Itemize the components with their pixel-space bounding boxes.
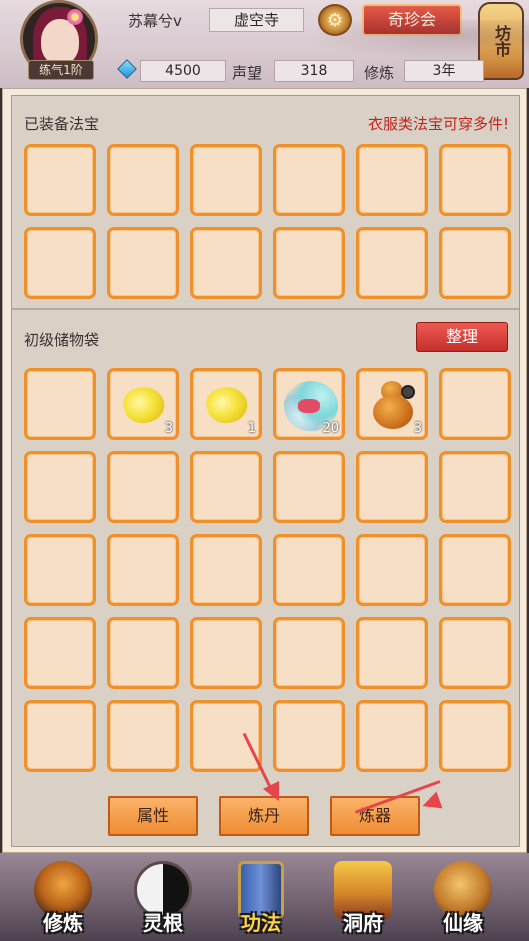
storage-slot[interactable] <box>24 368 96 440</box>
cultivation-value: 3年 <box>404 60 484 82</box>
storage-slot[interactable] <box>439 617 511 689</box>
equipped-slot[interactable] <box>439 144 511 216</box>
storage-slot[interactable]: 20 <box>273 368 345 440</box>
storage-slot[interactable] <box>107 700 179 772</box>
cultivation-label: 修炼 <box>364 64 395 82</box>
nav-immortal-fate[interactable]: 仙缘 <box>420 855 506 941</box>
item-count: 3 <box>413 421 422 436</box>
player-name: 苏幕兮v <box>128 12 182 30</box>
storage-slot[interactable] <box>439 451 511 523</box>
nav-label: 灵根 <box>143 911 183 935</box>
annotation-arrow-head <box>419 791 443 815</box>
storage-slot[interactable] <box>24 700 96 772</box>
sort-button[interactable]: 整理 <box>416 322 508 352</box>
storage-slot[interactable] <box>24 451 96 523</box>
equipped-slot[interactable] <box>107 227 179 299</box>
reputation-value: 318 <box>274 60 354 82</box>
treasure-auction-button[interactable]: 奇珍会 <box>362 4 462 36</box>
equipped-slot[interactable] <box>356 144 428 216</box>
storage-slot[interactable] <box>356 700 428 772</box>
nav-label: 修炼 <box>43 911 83 935</box>
nav-cultivate[interactable]: 修炼 <box>20 855 106 941</box>
gourd-icon <box>373 395 413 429</box>
spirit-stone-icon <box>117 59 137 79</box>
storage-slot[interactable] <box>439 700 511 772</box>
equipped-slot[interactable] <box>24 227 96 299</box>
nav-cave-dwelling[interactable]: 洞府 <box>320 855 406 941</box>
storage-slot[interactable] <box>273 534 345 606</box>
storage-slot[interactable] <box>190 700 262 772</box>
level-badge: 练气1阶 <box>28 60 94 80</box>
equipped-slot[interactable] <box>356 227 428 299</box>
storage-slot[interactable] <box>190 617 262 689</box>
storage-slot[interactable] <box>273 617 345 689</box>
equipped-slot[interactable] <box>24 144 96 216</box>
nav-label: 洞府 <box>343 911 383 935</box>
equipped-slot[interactable] <box>190 227 262 299</box>
equipped-hint: 衣服类法宝可穿多件! <box>367 115 509 133</box>
storage-title: 初级储物袋 <box>24 331 100 349</box>
equipped-slot[interactable] <box>190 144 262 216</box>
section-divider <box>12 308 519 310</box>
sect-name: 虚空寺 <box>209 8 304 32</box>
storage-slot[interactable] <box>439 368 511 440</box>
inventory-panel: 已装备法宝 衣服类法宝可穿多件! 初级储物袋 整理 3 1 20 3 属性 炼丹 炼器 <box>2 88 527 853</box>
storage-slot[interactable] <box>273 700 345 772</box>
reputation-label: 声望 <box>232 64 263 82</box>
storage-slot[interactable]: 3 <box>356 368 428 440</box>
item-count: 1 <box>247 421 256 436</box>
storage-slot[interactable] <box>24 617 96 689</box>
gold-ingot-icon <box>202 381 252 429</box>
storage-slot[interactable] <box>107 451 179 523</box>
bottom-nav: 修炼 灵根 功法 洞府 仙缘 <box>0 853 529 941</box>
item-count: 3 <box>164 421 173 436</box>
storage-slot[interactable] <box>439 534 511 606</box>
storage-slot[interactable] <box>356 534 428 606</box>
avatar-face <box>41 19 79 65</box>
nav-techniques[interactable]: 功法 <box>218 855 304 941</box>
storage-slot[interactable] <box>190 451 262 523</box>
storage-slot[interactable] <box>24 534 96 606</box>
attributes-button[interactable]: 属性 <box>108 796 198 836</box>
storage-slot[interactable]: 1 <box>190 368 262 440</box>
gear-icon: ⚙ <box>326 9 344 31</box>
storage-slot[interactable] <box>107 534 179 606</box>
equipped-slot[interactable] <box>273 227 345 299</box>
equipped-slot[interactable] <box>273 144 345 216</box>
inventory-inner: 已装备法宝 衣服类法宝可穿多件! 初级储物袋 整理 3 1 20 3 属性 炼丹 炼器 <box>11 95 520 847</box>
market-lantern-button[interactable]: 坊市 <box>478 2 524 80</box>
equipped-title: 已装备法宝 <box>24 115 100 133</box>
storage-slot[interactable] <box>273 451 345 523</box>
storage-slot[interactable] <box>107 617 179 689</box>
storage-slot[interactable]: 3 <box>107 368 179 440</box>
flower-hairpin-icon <box>67 9 83 25</box>
spirit-stone-value: 4500 <box>140 60 226 82</box>
equipped-slot[interactable] <box>107 144 179 216</box>
item-count: 20 <box>322 421 339 436</box>
storage-slot[interactable] <box>190 534 262 606</box>
nav-spirit-root[interactable]: 灵根 <box>120 855 206 941</box>
ribbon <box>298 399 320 413</box>
gold-ingot-icon <box>119 381 169 429</box>
alchemy-button[interactable]: 炼丹 <box>219 796 309 836</box>
refining-button[interactable]: 炼器 <box>330 796 420 836</box>
nav-label: 功法 <box>241 911 281 935</box>
storage-slot[interactable] <box>356 617 428 689</box>
top-bar: 练气1阶 苏幕兮v 虚空寺 ⚙ 奇珍会 坊市 4500 声望 318 修炼 3年 <box>0 0 529 88</box>
nav-label: 仙缘 <box>443 911 483 935</box>
equipped-slot[interactable] <box>439 227 511 299</box>
settings-button[interactable]: ⚙ <box>318 4 352 36</box>
storage-slot[interactable] <box>356 451 428 523</box>
